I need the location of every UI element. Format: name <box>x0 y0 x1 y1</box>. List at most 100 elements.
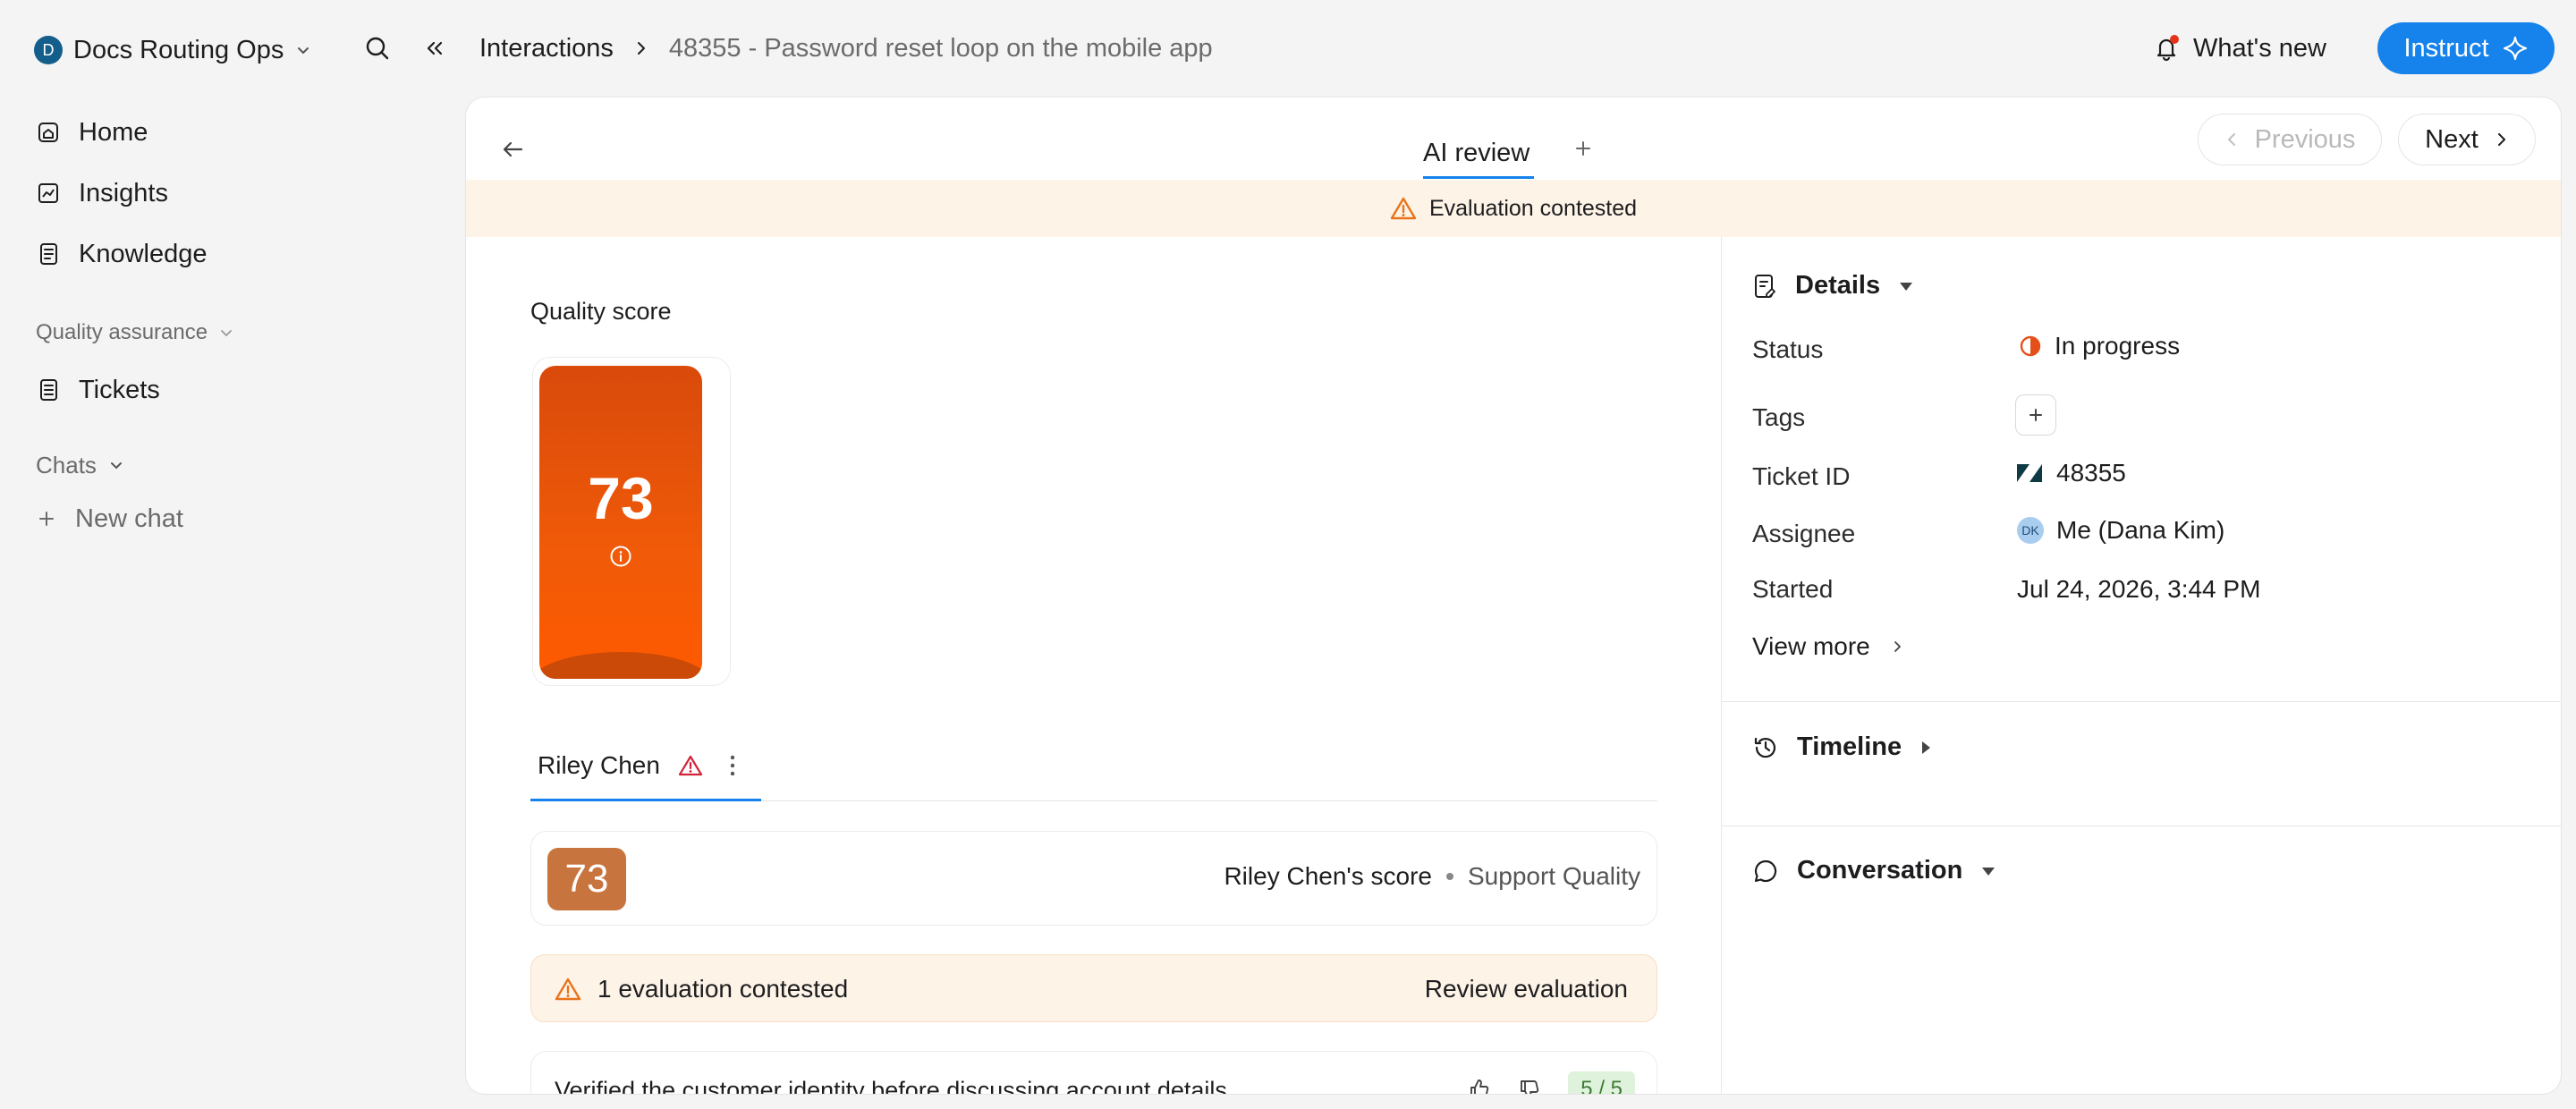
status-value[interactable]: In progress <box>2019 332 2180 360</box>
status-label: Status <box>1752 335 1824 363</box>
breadcrumb-current: 48355 - Password reset loop on the mobil… <box>668 33 1213 63</box>
started-value: Jul 24, 2026, 3:44 PM <box>2017 575 2261 603</box>
previous-button[interactable]: Previous <box>2198 114 2382 165</box>
whats-new-button[interactable]: What's new <box>2152 30 2326 66</box>
banner-text: Evaluation contested <box>1428 195 1638 221</box>
criterion-score-badge: 5 / 5 <box>1568 1071 1635 1094</box>
started-label: Started <box>1752 575 1834 603</box>
thumbs-down-icon[interactable] <box>1518 1078 1541 1094</box>
agent-score-meta: Riley Chen's score Support Quality <box>1224 862 1640 891</box>
chevron-right-icon <box>633 40 649 56</box>
warning-icon <box>678 754 703 777</box>
info-icon[interactable] <box>609 545 632 568</box>
timeline-section-header[interactable]: Timeline <box>1752 732 1932 762</box>
chevron-right-icon <box>2493 131 2509 148</box>
agent-tab-riley-chen[interactable]: Riley Chen <box>538 745 737 786</box>
add-tag-button[interactable] <box>2015 394 2056 436</box>
view-more-label: View more <box>1752 632 1870 660</box>
agent-name: Riley Chen <box>538 751 660 779</box>
back-arrow-icon[interactable] <box>495 131 530 167</box>
thumbs-up-icon[interactable] <box>1468 1078 1491 1094</box>
sidebar-section-label: Quality assurance <box>36 320 208 344</box>
plus-icon <box>38 510 55 528</box>
workspace-avatar: D <box>34 36 63 64</box>
zendesk-icon <box>2015 461 2044 486</box>
ticket-id-value[interactable]: 48355 <box>2015 459 2126 487</box>
details-divider <box>1722 701 2561 702</box>
gauge-wave <box>539 652 702 679</box>
timeline-divider <box>1722 825 2561 826</box>
next-label: Next <box>2425 124 2479 154</box>
collapse-sidebar-icon[interactable] <box>417 30 453 66</box>
instruct-button[interactable]: Instruct <box>2377 22 2555 74</box>
sidebar-item-knowledge[interactable]: Knowledge <box>36 233 208 275</box>
notification-dot <box>2170 35 2179 44</box>
quality-score-gauge[interactable]: 73 <box>539 366 702 679</box>
conversation-section-header[interactable]: Conversation <box>1752 856 1996 885</box>
status-text: In progress <box>2055 332 2181 360</box>
criterion-row: Verified the customer identity before di… <box>530 1051 1657 1095</box>
new-chat-label: New chat <box>75 504 183 533</box>
quality-score-title: Quality score <box>530 298 672 325</box>
workspace-name: Docs Routing Ops <box>73 35 284 64</box>
column-divider <box>1721 237 1722 1094</box>
ticket-id-text: 48355 <box>2056 459 2126 487</box>
caret-down-icon <box>1980 865 1996 877</box>
agent-score-owner: Riley Chen's score <box>1224 862 1432 890</box>
contested-count-text: 1 evaluation contested <box>597 975 849 1003</box>
assignee-value[interactable]: DK Me (Dana Kim) <box>2017 516 2224 545</box>
assignee-label: Assignee <box>1752 520 1856 547</box>
insights-icon <box>36 181 61 206</box>
agent-score-badge: 73 <box>547 848 626 910</box>
sidebar-item-tickets[interactable]: Tickets <box>36 368 160 411</box>
ticket-icon <box>36 377 61 402</box>
chevron-down-icon <box>294 41 312 59</box>
details-title: Details <box>1795 271 1881 300</box>
conversation-title: Conversation <box>1797 856 1963 885</box>
sidebar-item-label: Knowledge <box>79 239 208 268</box>
tags-label: Tags <box>1752 403 1806 431</box>
new-chat-button[interactable]: New chat <box>38 497 183 540</box>
details-section-header[interactable]: Details <box>1752 271 1914 301</box>
evaluation-contested-banner: Evaluation contested <box>466 180 2561 237</box>
scorecard-name: Support Quality <box>1468 862 1640 890</box>
chat-bubble-icon <box>1752 858 1779 885</box>
breadcrumb: Interactions 48355 - Password reset loop… <box>479 30 1213 66</box>
add-tab-icon[interactable] <box>1570 135 1597 162</box>
sidebar-section-chats[interactable]: Chats <box>36 449 125 481</box>
next-button[interactable]: Next <box>2398 114 2536 165</box>
whats-new-label: What's new <box>2193 33 2326 63</box>
review-evaluation-link[interactable]: Review evaluation <box>1425 975 1628 1003</box>
search-icon[interactable] <box>360 30 395 66</box>
workspace-switcher[interactable]: D Docs Routing Ops <box>34 32 312 68</box>
previous-label: Previous <box>2254 124 2356 154</box>
in-progress-icon <box>2019 334 2042 358</box>
quality-score-value: 73 <box>588 465 654 531</box>
sidebar-item-insights[interactable]: Insights <box>36 172 168 215</box>
assignee-text: Me (Dana Kim) <box>2056 516 2225 544</box>
history-icon <box>1752 734 1779 761</box>
agent-score-card: 73 Riley Chen's score Support Quality <box>530 831 1657 926</box>
criterion-text: Verified the customer identity before di… <box>555 1077 1227 1095</box>
details-icon <box>1752 273 1777 300</box>
tab-ai-review[interactable]: AI review <box>1423 130 1530 178</box>
separator-dot <box>1446 873 1453 880</box>
sidebar-section-quality-assurance[interactable]: Quality assurance <box>36 317 234 349</box>
active-tab-indicator <box>1423 176 1534 179</box>
timeline-title: Timeline <box>1797 732 1902 761</box>
view-more-link[interactable]: View more <box>1752 632 1904 661</box>
active-agent-indicator <box>530 799 761 801</box>
instruct-label: Instruct <box>2403 33 2489 63</box>
contested-summary: 1 evaluation contested <box>555 975 848 1003</box>
sidebar-item-label: Insights <box>79 178 168 207</box>
home-icon <box>36 120 61 145</box>
caret-down-icon <box>1898 280 1914 292</box>
more-options-icon[interactable] <box>728 752 737 779</box>
criterion-actions: 5 / 5 <box>1468 1071 1635 1094</box>
sparkle-icon <box>2502 35 2529 62</box>
chevron-down-icon <box>107 456 125 474</box>
sidebar-section-label: Chats <box>36 451 97 478</box>
chevron-right-icon <box>1890 639 1904 654</box>
sidebar-item-home[interactable]: Home <box>36 111 148 154</box>
breadcrumb-interactions[interactable]: Interactions <box>479 34 614 63</box>
